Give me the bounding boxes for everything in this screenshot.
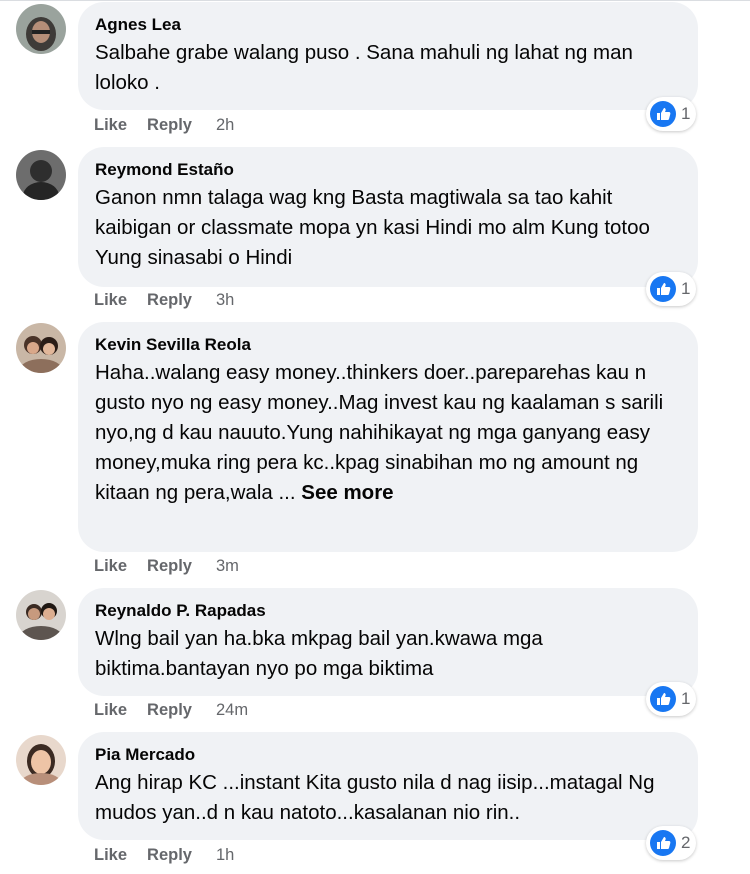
- reaction-count[interactable]: 1: [646, 272, 697, 306]
- reaction-number: 2: [681, 833, 691, 852]
- comment-author[interactable]: Kevin Sevilla Reola: [95, 334, 680, 356]
- comment-timestamp[interactable]: 2h: [216, 116, 234, 135]
- reply-button[interactable]: Reply: [147, 846, 192, 865]
- comment-bubble: Reynaldo P. Rapadas Wlng bail yan ha.bka…: [78, 588, 698, 696]
- reaction-count[interactable]: 2: [646, 826, 697, 860]
- see-more-link[interactable]: See more: [301, 481, 393, 504]
- thumbs-up-icon: [650, 830, 676, 856]
- avatar[interactable]: [16, 4, 66, 54]
- top-divider: [0, 0, 750, 1]
- avatar[interactable]: [16, 323, 66, 373]
- comment-actions: Like Reply 3h: [94, 288, 234, 312]
- comment-timestamp[interactable]: 1h: [216, 846, 234, 865]
- comment-actions: Like Reply 1h: [94, 843, 234, 867]
- comment-text: Ang hirap KC ...instant Kita gusto nila …: [95, 771, 655, 824]
- reply-button[interactable]: Reply: [147, 557, 192, 576]
- comment-author[interactable]: Reymond Estaño: [95, 159, 680, 181]
- reaction-number: 1: [681, 689, 691, 708]
- reaction-count[interactable]: 1: [646, 97, 697, 131]
- comment-bubble: Pia Mercado Ang hirap KC ...instant Kita…: [78, 732, 698, 840]
- comment-author[interactable]: Pia Mercado: [95, 744, 680, 766]
- like-button[interactable]: Like: [94, 557, 127, 576]
- comment-author[interactable]: Reynaldo P. Rapadas: [95, 600, 680, 622]
- like-button[interactable]: Like: [94, 116, 127, 135]
- reaction-number: 1: [681, 279, 691, 298]
- avatar[interactable]: [16, 590, 66, 640]
- avatar[interactable]: [16, 150, 66, 200]
- comment-timestamp[interactable]: 3h: [216, 291, 234, 310]
- reply-button[interactable]: Reply: [147, 116, 192, 135]
- reply-button[interactable]: Reply: [147, 291, 192, 310]
- comment-author[interactable]: Agnes Lea: [95, 14, 680, 36]
- comment-bubble: Reymond Estaño Ganon nmn talaga wag kng …: [78, 147, 698, 287]
- reaction-count[interactable]: 1: [646, 682, 697, 716]
- thumbs-up-icon: [650, 276, 676, 302]
- reply-button[interactable]: Reply: [147, 701, 192, 720]
- comment-text: Haha..walang easy money..thinkers doer..…: [95, 358, 680, 508]
- comment-text: Salbahe grabe walang puso . Sana mahuli …: [95, 41, 633, 94]
- comment-text: Wlng bail yan ha.bka mkpag bail yan.kwaw…: [95, 627, 543, 680]
- reaction-number: 1: [681, 104, 691, 123]
- comment-timestamp[interactable]: 24m: [216, 701, 248, 720]
- comment-timestamp[interactable]: 3m: [216, 557, 239, 576]
- thumbs-up-icon: [650, 686, 676, 712]
- comment-actions: Like Reply 2h: [94, 113, 234, 137]
- thumbs-up-icon: [650, 101, 676, 127]
- comment-text: Ganon nmn talaga wag kng Basta magtiwala…: [95, 186, 650, 269]
- like-button[interactable]: Like: [94, 846, 127, 865]
- like-button[interactable]: Like: [94, 291, 127, 310]
- comment-actions: Like Reply 3m: [94, 554, 239, 578]
- comment-bubble: Kevin Sevilla Reola Haha..walang easy mo…: [78, 322, 698, 552]
- comment-bubble: Agnes Lea Salbahe grabe walang puso . Sa…: [78, 2, 698, 110]
- avatar[interactable]: [16, 735, 66, 785]
- like-button[interactable]: Like: [94, 701, 127, 720]
- comment-actions: Like Reply 24m: [94, 698, 248, 722]
